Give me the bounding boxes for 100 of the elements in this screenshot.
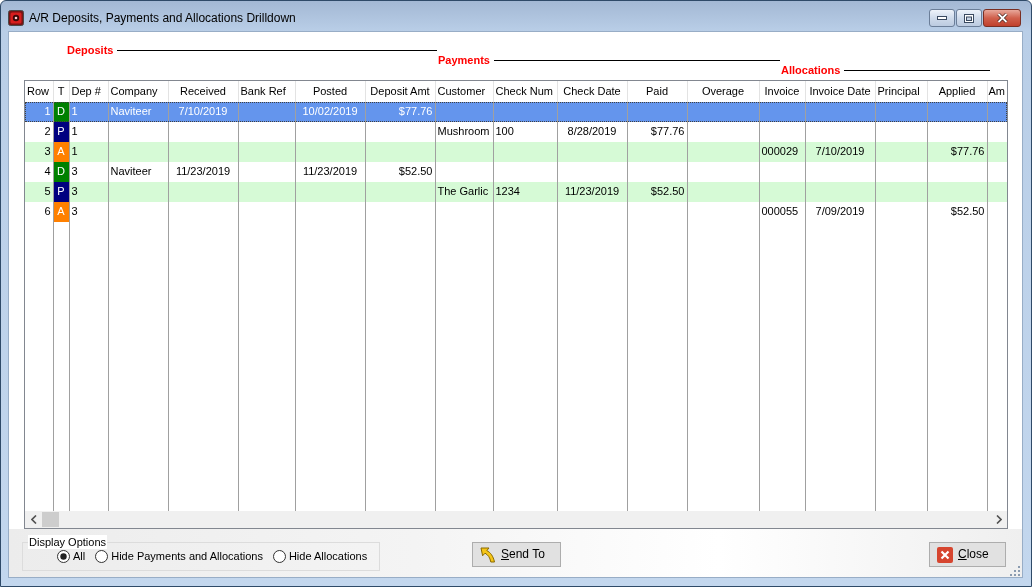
table-cell — [365, 142, 435, 162]
table-row[interactable]: 6 A 3 000055 7/09/2019 $52.50 — [25, 202, 1007, 222]
table-cell — [875, 162, 927, 182]
table-cell — [493, 142, 557, 162]
table-cell: 11/23/2019 — [295, 162, 365, 182]
table-cell — [759, 122, 805, 142]
table-cell: 000055 — [759, 202, 805, 222]
table-cell: 8/28/2019 — [557, 122, 627, 142]
column-header[interactable]: Paid — [627, 81, 687, 102]
resize-grip-icon[interactable] — [1010, 566, 1020, 576]
radio-option[interactable]: Hide Payments and Allocations — [95, 550, 263, 564]
table-cell — [435, 162, 493, 182]
table-row[interactable]: 2 P 1 Mushroom 100 8/28/2019 $77.76 — [25, 122, 1007, 142]
radio-icon[interactable] — [95, 550, 109, 564]
table-cell: 10/02/2019 — [295, 102, 365, 122]
table-cell: 7/09/2019 — [805, 202, 875, 222]
table-cell — [805, 102, 875, 122]
minimize-icon — [937, 16, 947, 20]
table-cell — [927, 182, 987, 202]
column-header[interactable]: Am — [987, 81, 1007, 102]
radio-option[interactable]: All — [57, 550, 86, 564]
table-cell — [927, 122, 987, 142]
column-header[interactable]: Applied — [927, 81, 987, 102]
table-row[interactable]: 4 D 3 Naviteer 11/23/2019 11/23/2019 $52.50 — [25, 162, 1007, 182]
table-cell — [805, 162, 875, 182]
table-cell: 1 — [25, 102, 53, 122]
radio-option[interactable]: Hide Allocations — [272, 550, 368, 564]
column-header[interactable]: Check Date — [557, 81, 627, 102]
horizontal-scrollbar[interactable] — [25, 511, 1007, 528]
table-cell — [687, 142, 759, 162]
radio-icon[interactable] — [272, 550, 286, 564]
table-cell — [557, 162, 627, 182]
table-cell — [759, 162, 805, 182]
table-cell — [687, 162, 759, 182]
table-cell: 1 — [69, 122, 108, 142]
scrollbar-thumb[interactable] — [42, 512, 59, 527]
column-header[interactable]: Invoice — [759, 81, 805, 102]
chevron-left-icon — [30, 515, 37, 524]
table-cell: 5 — [25, 182, 53, 202]
table-cell: 000029 — [759, 142, 805, 162]
table-cell: $77.76 — [627, 122, 687, 142]
table-cell: 7/10/2019 — [168, 102, 238, 122]
table-cell — [365, 182, 435, 202]
table-cell — [687, 122, 759, 142]
table-cell: 4 — [25, 162, 53, 182]
table-cell — [875, 182, 927, 202]
table-cell — [435, 102, 493, 122]
table-cell: $77.76 — [927, 142, 987, 162]
table-cell: The Garlic — [435, 182, 493, 202]
column-header[interactable]: Bank Ref — [238, 81, 295, 102]
table-cell — [295, 182, 365, 202]
send-to-button[interactable]: Send To — [472, 542, 561, 567]
table-cell: $52.50 — [365, 162, 435, 182]
table-cell — [238, 162, 295, 182]
table-row[interactable]: 5 P 3 The Garlic 1234 11/23/2019 $52.50 — [25, 182, 1007, 202]
table-cell — [987, 162, 1007, 182]
table-row[interactable]: 1 D 1 Naviteer 7/10/2019 10/02/2019 $77.76 — [25, 102, 1007, 122]
table-cell — [168, 182, 238, 202]
table-cell — [168, 122, 238, 142]
table-cell — [238, 182, 295, 202]
table-cell: 3 — [25, 142, 53, 162]
close-button[interactable]: Close — [929, 542, 1006, 567]
section-label: Deposits — [67, 44, 114, 57]
maximize-icon — [964, 13, 974, 23]
column-header[interactable]: Dep # — [69, 81, 108, 102]
table-row[interactable]: 3 A 1 000029 7/10/2019 $77.76 — [25, 142, 1007, 162]
column-header[interactable]: Received — [168, 81, 238, 102]
table-cell: 3 — [69, 162, 108, 182]
table-cell: 11/23/2019 — [168, 162, 238, 182]
radio-icon[interactable] — [57, 550, 70, 564]
close-button[interactable] — [983, 9, 1021, 27]
table-cell: 100 — [493, 122, 557, 142]
column-header[interactable]: Deposit Amt — [365, 81, 435, 102]
column-header[interactable]: Row — [25, 81, 53, 102]
column-header[interactable]: Customer — [435, 81, 493, 102]
table-cell — [435, 142, 493, 162]
minimize-button[interactable] — [929, 9, 955, 27]
table-cell: 3 — [69, 202, 108, 222]
table-cell: 7/10/2019 — [805, 142, 875, 162]
table-cell — [627, 162, 687, 182]
section-label: Payments — [438, 54, 490, 67]
table-cell — [875, 122, 927, 142]
table-cell — [627, 142, 687, 162]
maximize-button[interactable] — [956, 9, 982, 27]
close-icon — [937, 546, 953, 563]
column-header[interactable]: Overage — [687, 81, 759, 102]
table-cell: 1 — [69, 142, 108, 162]
column-header[interactable]: Principal — [875, 81, 927, 102]
column-header[interactable]: Company — [108, 81, 168, 102]
table-cell — [627, 102, 687, 122]
table-cell — [805, 122, 875, 142]
table-cell: 11/23/2019 — [557, 182, 627, 202]
table-cell — [927, 162, 987, 182]
table-cell — [238, 122, 295, 142]
column-header[interactable]: Posted — [295, 81, 365, 102]
column-header[interactable]: Check Num — [493, 81, 557, 102]
table-cell — [493, 102, 557, 122]
app-icon[interactable] — [8, 10, 24, 26]
table-cell — [875, 142, 927, 162]
column-header[interactable]: Invoice Date — [805, 81, 875, 102]
